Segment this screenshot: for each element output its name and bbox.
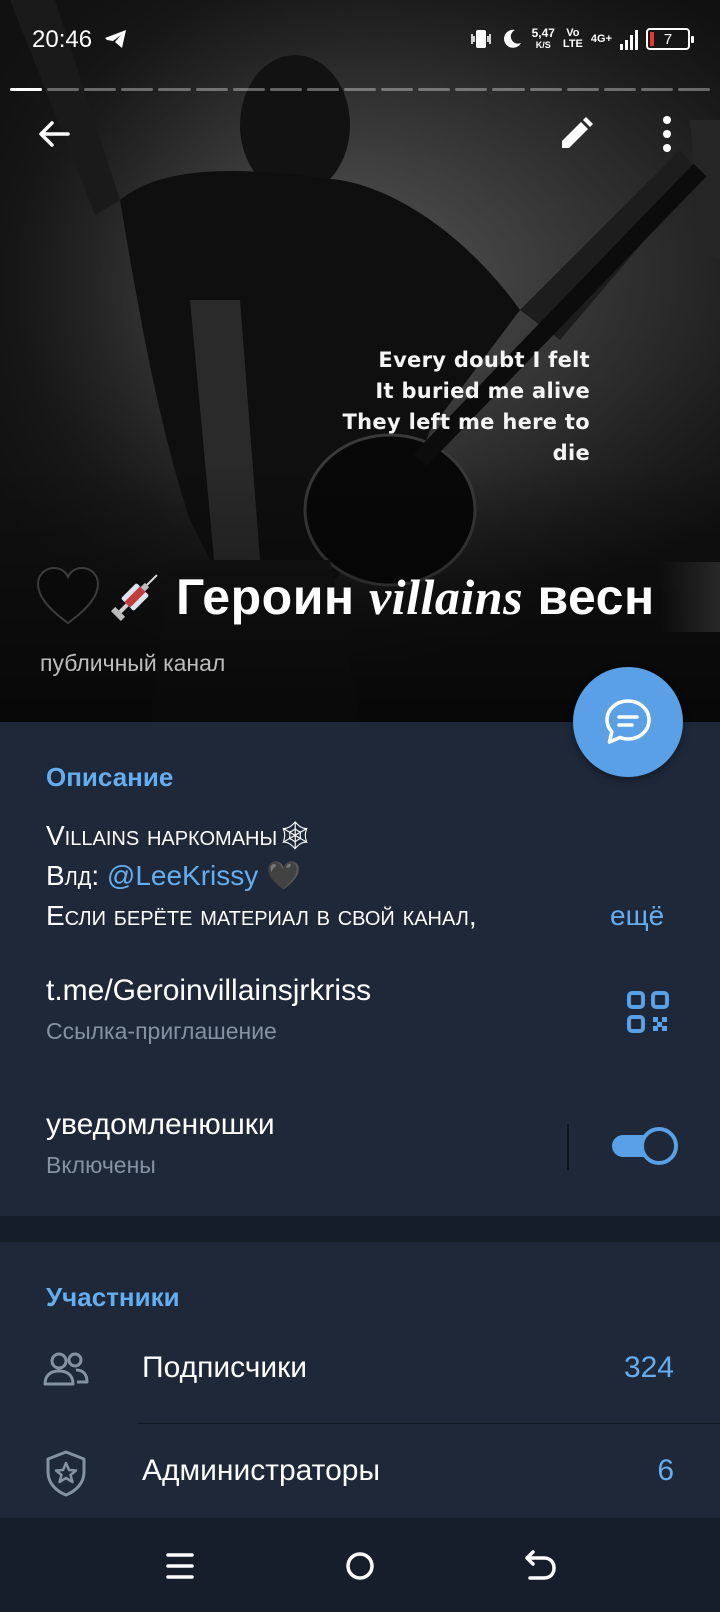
shield-star-icon [46,1450,86,1497]
telegram-icon [105,30,126,48]
title-fade [660,562,720,632]
description-line: Villains наркоманы🕸 [46,820,313,851]
progress-segment [640,88,673,91]
status-bar: 20:46 5,47 K/S Vo LTE 4G+ 7 [0,0,720,80]
description-emoji: 🖤 [258,860,301,891]
progress-segment [418,88,451,91]
invite-link[interactable]: t.me/Geroinvillainsjrkriss [46,974,371,1008]
signal-icon [620,28,638,50]
notifications-status: Включены [46,1152,156,1178]
discussion-button[interactable] [573,667,683,777]
status-time: 20:46 [32,26,93,53]
progress-segment [566,88,599,91]
description-header: Описание [46,762,174,792]
back-button[interactable] [34,114,74,154]
progress-segment [121,88,154,91]
channel-name: Героин villains весн [176,569,655,625]
channel-title: Героин villains весн [36,562,720,632]
edit-button[interactable] [556,114,596,154]
more-options-button[interactable] [652,112,682,156]
progress-segment [306,88,339,91]
progress-segment [529,88,562,91]
progress-segment [343,88,377,91]
subscribers-row[interactable]: Подписчики 324 [0,1321,720,1419]
section-divider [0,1216,720,1242]
administrators-label: Администраторы [142,1454,381,1487]
progress-segment [47,88,80,91]
members-header: Участники [46,1282,180,1312]
moon-icon [503,29,521,48]
description-fade [540,898,610,938]
progress-segment [603,88,636,91]
vibrate-icon [470,30,491,48]
progress-segment [269,88,302,91]
progress-segment [232,88,265,91]
progress-segment [677,88,711,91]
progress-segment [158,88,191,91]
notifications-title[interactable]: уведомленюшки [46,1108,275,1142]
description-line: Влд: [46,860,107,891]
channel-info-section: Описание Villains наркоманы🕸 Влд: @LeeKr… [0,722,720,1216]
progress-segment [455,88,488,91]
back-arrow-icon[interactable] [518,1544,562,1588]
battery-level: 7 [663,30,673,48]
status-indicators: 5,47 K/S Vo LTE 4G+ 7 [470,24,694,54]
cover-lyrics: Every doubt I felt It buried me alive Th… [300,345,590,469]
black-heart-emoji [36,566,100,625]
lyrics-line: It buried me alive [375,379,590,403]
syringe-emoji [110,574,158,622]
system-navigation-bar [0,1518,720,1612]
volte-indicator: Vo LTE [562,27,583,50]
description-line: Если берёте материал в свой канал, [46,900,477,931]
channel-type: публичный канал [40,650,226,676]
progress-segment [492,88,525,91]
administrators-row[interactable]: Администраторы 6 [0,1424,720,1522]
photo-progress-bar [10,88,711,91]
qr-code-icon[interactable] [626,990,670,1034]
subscribers-count: 324 [623,1351,674,1384]
admin-username-link[interactable]: @LeeKrissy [107,860,258,891]
battery-icon: 7 [646,28,694,50]
show-more-link[interactable]: ещё [610,900,664,932]
progress-segment [381,88,414,91]
people-icon [43,1352,89,1386]
home-circle-icon[interactable] [338,1544,382,1588]
lyrics-line: They left me here to die [342,410,590,465]
network-type: 4G+ [590,32,612,45]
progress-segment [84,88,117,91]
administrators-count: 6 [657,1454,674,1487]
progress-segment [195,88,228,91]
chat-bubble-icon [605,699,651,744]
progress-segment [10,88,43,91]
toggle-divider [567,1124,569,1170]
subscribers-label: Подписчики [142,1351,308,1384]
notifications-toggle[interactable] [610,1127,678,1165]
menu-icon[interactable] [158,1544,202,1588]
net-speed: 5,47 K/S [531,26,555,50]
lyrics-line: Every doubt I felt [378,348,590,372]
invite-link-label: Ссылка-приглашение [46,1018,277,1044]
